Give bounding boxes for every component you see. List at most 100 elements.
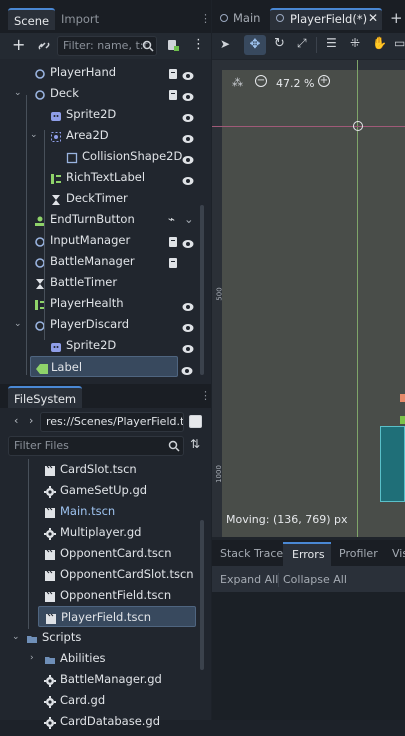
expand-arrow-icon[interactable]: ⌄ [12, 627, 24, 648]
scene-icon [44, 547, 56, 560]
sort-icon[interactable]: ⇅ [190, 437, 200, 451]
scene-tree-label: CollisionShape2D [82, 149, 183, 163]
visibility-eye-icon[interactable] [182, 67, 194, 80]
tab-main[interactable]: Main [220, 11, 260, 25]
script-icon[interactable] [168, 66, 178, 79]
dock-menu-icon[interactable]: ⋮ [200, 12, 211, 25]
pan-tool-icon[interactable]: ✋ [372, 36, 387, 50]
split-view-icon[interactable] [189, 415, 202, 428]
tab-stack-trace[interactable]: Stack Trace [220, 547, 283, 560]
scene-tree-row[interactable]: Sprite2D [8, 335, 200, 356]
zoom-in-icon[interactable]: + [318, 75, 330, 87]
y-axis-guide [357, 60, 358, 537]
file-row[interactable]: GameSetUp.gd [8, 480, 200, 501]
link-icon[interactable] [37, 39, 51, 53]
zoom-level[interactable]: 47.2 % [276, 77, 314, 90]
file-row[interactable]: Main.tscn [8, 501, 200, 522]
visibility-eye-icon[interactable] [182, 340, 194, 353]
add-tab-icon[interactable]: + [390, 9, 403, 27]
tab-import[interactable]: Import [55, 8, 105, 30]
file-row[interactable]: Multiplayer.gd [8, 522, 200, 543]
visibility-eye-icon[interactable] [182, 151, 194, 164]
file-row[interactable]: CardSlot.tscn [8, 459, 200, 480]
scene-tree-row[interactable]: BattleManager [8, 251, 200, 272]
scene-tree-row[interactable]: ⌄ Deck [8, 83, 200, 104]
list-tool-icon[interactable]: ☰ [326, 36, 337, 50]
visibility-eye-icon[interactable] [182, 88, 194, 101]
move-tool-icon[interactable]: ✥ [244, 35, 266, 55]
file-row[interactable]: Card.gd [8, 690, 200, 711]
file-filter-input[interactable]: Filter Files [8, 436, 184, 456]
tab-filesystem[interactable]: FileSystem [8, 386, 83, 408]
left-dock: Scene Import ⋮ + Filter: name, t:t ⋮ Pla… [0, 0, 211, 729]
expand-arrow-icon[interactable]: ⌄ [30, 125, 42, 146]
scale-tool-icon[interactable]: ⤢ [297, 36, 307, 51]
scene-tree-row[interactable]: EndTurnButton ⌁ ⌄ [8, 209, 200, 230]
tab-visual-profiler[interactable]: Vis [392, 547, 405, 560]
back-icon[interactable]: ‹ [14, 414, 18, 427]
visibility-eye-icon[interactable] [181, 362, 193, 375]
script-icon[interactable] [168, 255, 178, 268]
forward-icon[interactable]: › [29, 414, 33, 427]
fs-scrollbar[interactable] [200, 520, 204, 670]
scene-tree-row[interactable]: ⌄ Area2D [8, 125, 200, 146]
zoom-out-icon[interactable]: − [255, 75, 267, 87]
scene-tree-row[interactable]: BattleTimer [8, 272, 200, 293]
visibility-collapse-icon[interactable]: ⌄ [184, 209, 194, 226]
scene-tree-row[interactable]: PlayerHand [8, 62, 200, 83]
file-row[interactable]: PlayerField.tscn [38, 606, 196, 627]
expand-all-button[interactable]: Expand All [220, 573, 278, 586]
selected-node-rect[interactable] [380, 426, 405, 502]
file-row[interactable]: › Abilities [8, 648, 200, 669]
visibility-eye-icon[interactable] [182, 130, 194, 143]
scene-tree-row[interactable]: ⌄ PlayerDiscard [8, 314, 200, 335]
tab-playerfield[interactable]: PlayerField(*) ✕ [270, 8, 382, 30]
path-input[interactable]: res://Scenes/PlayerField.tsc [40, 412, 184, 432]
visibility-eye-icon[interactable] [182, 172, 194, 185]
file-row[interactable]: BattleManager.gd [8, 669, 200, 690]
signal-icon[interactable]: ⌁ [168, 209, 178, 226]
visibility-eye-icon[interactable] [182, 109, 194, 122]
tab-scene[interactable]: Scene [8, 8, 56, 30]
visibility-eye-icon[interactable] [182, 298, 194, 311]
file-row[interactable]: OpponentField.tscn [8, 585, 200, 606]
scene-tree-label: EndTurnButton [50, 212, 135, 226]
script-icon[interactable] [168, 234, 178, 247]
visibility-eye-icon[interactable] [182, 319, 194, 332]
tab-profiler[interactable]: Profiler [339, 547, 378, 560]
scene-tree-label: PlayerHand [50, 65, 117, 79]
rotate-tool-icon[interactable]: ↻ [274, 36, 285, 51]
gizmo-handle[interactable] [400, 394, 405, 402]
tree-guide-line [44, 130, 45, 340]
script-icon[interactable] [168, 87, 178, 100]
collapse-all-button[interactable]: Collapse All [283, 573, 347, 586]
file-row[interactable]: CardDatabase.gd [8, 711, 200, 732]
scene-tree-row[interactable]: DeckTimer [8, 188, 200, 209]
file-row[interactable]: OpponentCardSlot.tscn [8, 564, 200, 585]
scene-tree-row[interactable]: CollisionShape2D [8, 146, 200, 167]
scene-tree-row[interactable]: PlayerHealth [8, 293, 200, 314]
expand-arrow-icon[interactable]: ⌄ [14, 314, 26, 335]
scene-tree-row[interactable]: InputManager [8, 230, 200, 251]
scene-tree-row[interactable]: Label [30, 356, 193, 377]
scene-scrollbar[interactable] [200, 205, 204, 375]
add-node-icon[interactable]: + [12, 35, 25, 54]
gizmo-handle[interactable] [400, 416, 405, 424]
scene-tree-row[interactable]: Sprite2D [8, 104, 200, 125]
expand-arrow-icon[interactable]: › [30, 648, 42, 669]
expand-arrow-icon[interactable]: ⌄ [14, 83, 26, 104]
close-icon[interactable]: ✕ [368, 11, 378, 25]
tab-errors[interactable]: Errors [283, 542, 331, 566]
pivot-tool-icon[interactable]: ⁜ [350, 36, 360, 50]
file-row[interactable]: OpponentCard.tscn [8, 543, 200, 564]
file-row[interactable]: ⌄ Scripts [8, 627, 200, 648]
scene-menu-icon[interactable]: ⋮ [192, 37, 205, 52]
fs-menu-icon[interactable]: ⋮ [200, 389, 211, 402]
canvas-viewport[interactable]: 500 1000 ⁂ − 47.2 % + Moving: (136, 769)… [212, 60, 405, 537]
select-tool-icon[interactable]: ➤ [220, 37, 230, 51]
center-view-icon[interactable]: ⁂ [232, 76, 243, 89]
scene-tree-row[interactable]: RichTextLabel [8, 167, 200, 188]
ruler-tool-icon[interactable]: ▭ [394, 36, 405, 50]
attach-script-icon[interactable] [166, 38, 180, 52]
visibility-eye-icon[interactable] [182, 235, 194, 248]
